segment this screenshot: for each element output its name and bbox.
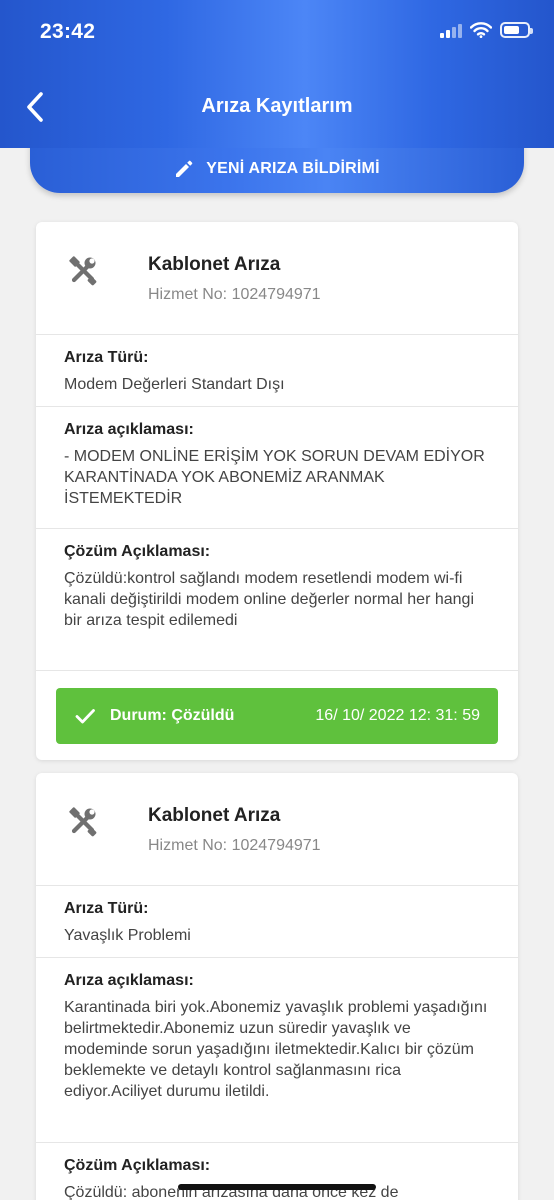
status-date: 16/ 10/ 2022 12: 31: 59 (315, 707, 480, 724)
service-number: Hizmet No: 1024794971 (148, 286, 321, 303)
fault-description-section: Arıza açıklaması: Karantinada biri yok.A… (36, 958, 518, 1143)
check-icon (75, 709, 95, 724)
record-header: Kablonet Arıza Hizmet No: 1024794971 (36, 773, 518, 886)
record-header: Kablonet Arıza Hizmet No: 1024794971 (36, 222, 518, 335)
pencil-icon (176, 160, 193, 177)
fault-description-label: Arıza açıklaması: (64, 972, 194, 989)
tools-icon (69, 256, 97, 286)
fault-record-card[interactable]: Kablonet Arıza Hizmet No: 1024794971 Arı… (36, 222, 518, 760)
service-number: Hizmet No: 1024794971 (148, 837, 321, 854)
fault-description-value: - MODEM ONLİNE ERİŞİM YOK SORUN DEVAM ED… (64, 448, 485, 507)
status-row: Durum: Çözüldü 16/ 10/ 2022 12: 31: 59 (36, 671, 518, 760)
record-title: Kablonet Arıza (148, 254, 281, 275)
cellular-signal-icon (440, 22, 462, 38)
new-fault-report-label: YENİ ARIZA BİLDİRİMİ (206, 159, 380, 177)
page-title: Arıza Kayıtlarım (201, 95, 353, 117)
tools-icon (69, 807, 97, 837)
fault-type-value: Yavaşlık Problemi (64, 927, 191, 944)
solution-value: Çözüldü:kontrol sağlandı modem resetlend… (64, 570, 474, 629)
status-bar-time: 23:42 (40, 20, 96, 43)
battery-icon (500, 22, 533, 38)
status-text: Durum: Çözüldü (110, 707, 235, 724)
fault-description-value: Karantinada biri yok.Abonemiz yavaşlık p… (64, 999, 488, 1100)
app-header: 23:42 Arıza Kayıtlarım (0, 0, 554, 148)
solution-section: Çözüm Açıklaması: Çözüldü: abonenin arız… (36, 1143, 518, 1200)
fault-type-label: Arıza Türü: (64, 349, 149, 366)
home-indicator[interactable] (178, 1184, 376, 1190)
fault-description-section: Arıza açıklaması: - MODEM ONLİNE ERİŞİM … (36, 407, 518, 529)
fault-type-section: Arıza Türü: Modem Değerleri Standart Dış… (36, 335, 518, 407)
status-bar-icons (440, 22, 533, 38)
status-badge: Durum: Çözüldü 16/ 10/ 2022 12: 31: 59 (56, 688, 498, 744)
solution-section: Çözüm Açıklaması: Çözüldü:kontrol sağlan… (36, 529, 518, 671)
fault-record-card[interactable]: Kablonet Arıza Hizmet No: 1024794971 Arı… (36, 773, 518, 1200)
solution-label: Çözüm Açıklaması: (64, 543, 211, 560)
fault-description-label: Arıza açıklaması: (64, 421, 194, 438)
solution-label: Çözüm Açıklaması: (64, 1157, 211, 1174)
fault-type-section: Arıza Türü: Yavaşlık Problemi (36, 886, 518, 958)
record-title: Kablonet Arıza (148, 805, 281, 826)
screen: 23:42 Arıza Kayıtlarım YENİ ARIZA BİLDİR… (0, 0, 554, 1200)
fault-type-label: Arıza Türü: (64, 900, 149, 917)
fault-type-value: Modem Değerleri Standart Dışı (64, 376, 285, 393)
wifi-icon (470, 22, 492, 38)
